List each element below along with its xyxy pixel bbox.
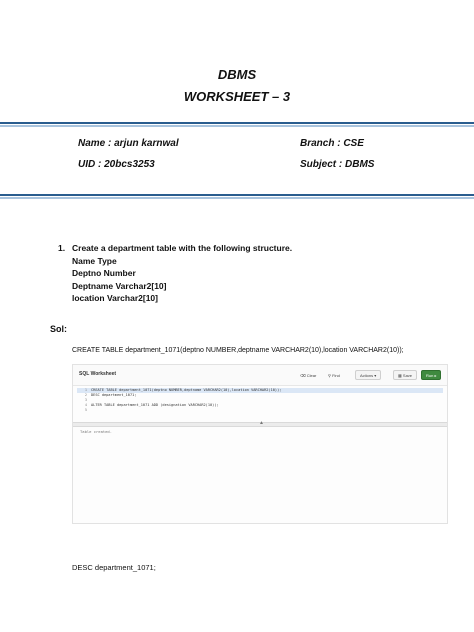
- chevron-down-icon: ▾: [374, 373, 377, 378]
- drag-handle-icon: ▲: [259, 420, 264, 426]
- clear-button[interactable]: ⌫ Clear: [295, 370, 321, 380]
- eraser-icon: ⌫: [300, 373, 306, 378]
- question-1: 1. Create a department table with the fo…: [58, 242, 293, 305]
- question-line: Create a department table with the follo…: [72, 243, 293, 253]
- subject: Subject : DBMS: [300, 159, 375, 170]
- solution-label: Sol:: [50, 324, 67, 334]
- actions-button[interactable]: Actions ▾: [355, 370, 382, 380]
- question-line: Deptname Varchar2[10]: [72, 280, 167, 291]
- student-uid: UID : 20bcs3253: [78, 159, 155, 170]
- search-icon: ⚲: [328, 373, 331, 378]
- sql-worksheet-screenshot: SQL Worksheet ⌫ Clear ⚲ Find Actions ▾ ▦…: [72, 364, 448, 524]
- play-icon: ▸: [434, 373, 437, 378]
- find-button[interactable]: ⚲ Find: [323, 370, 345, 380]
- desc-statement: DESC department_1071;: [72, 563, 156, 572]
- result-output: Table created.: [80, 429, 113, 434]
- save-button[interactable]: ▦ Save: [393, 370, 418, 380]
- worksheet-title: SQL Worksheet: [79, 371, 117, 377]
- top-divider: [0, 122, 474, 127]
- create-statement: CREATE TABLE department_1071(deptno NUMB…: [72, 347, 404, 354]
- bottom-divider: [0, 194, 474, 199]
- run-button[interactable]: Run ▸: [421, 370, 442, 380]
- save-icon: ▦: [398, 373, 402, 378]
- worksheet-toolbar: SQL Worksheet ⌫ Clear ⚲ Find Actions ▾ ▦…: [73, 365, 447, 386]
- question-number: 1.: [58, 243, 66, 253]
- doc-subtitle: WORKSHEET – 3: [183, 89, 291, 104]
- question-line: Name Type: [72, 255, 117, 266]
- student-name: Name : arjun karnwal: [78, 138, 179, 149]
- branch: Branch : CSE: [300, 138, 364, 149]
- question-line: Deptno Number: [72, 268, 136, 278]
- code-editor[interactable]: 1 CREATE TABLE department_1071(deptno NU…: [77, 388, 443, 418]
- doc-title: DBMS: [217, 67, 257, 82]
- code-line: 5: [84, 408, 87, 412]
- question-line: location Varchar2[10]: [72, 293, 158, 303]
- pane-splitter[interactable]: ▲: [73, 420, 447, 427]
